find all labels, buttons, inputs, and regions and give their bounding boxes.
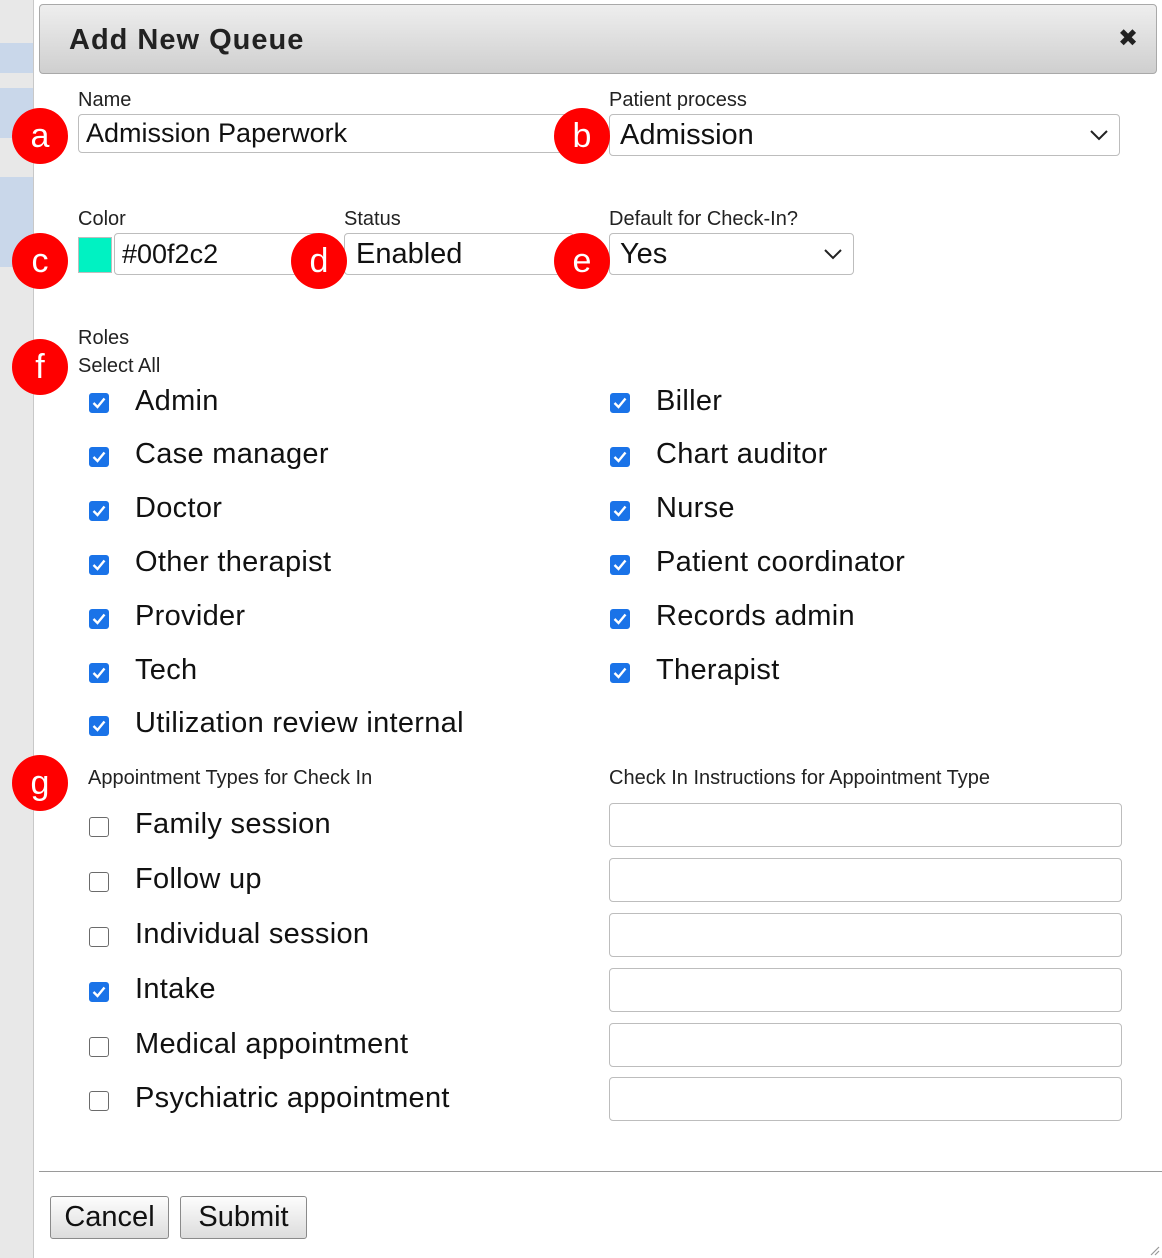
checkmark-icon	[92, 986, 106, 998]
footer-divider	[39, 1171, 1162, 1172]
appointment-types-header: Appointment Types for Check In	[88, 767, 373, 789]
status-field[interactable]: Enabled	[344, 233, 574, 275]
instructions-input-intake[interactable]	[609, 968, 1122, 1012]
checkmark-icon	[92, 397, 106, 409]
submit-button[interactable]: Submit	[180, 1196, 307, 1239]
role-checkbox-chart-auditor[interactable]	[610, 447, 630, 467]
appointment-label-family-session: Family session	[135, 808, 331, 840]
checkmark-icon	[613, 505, 627, 517]
role-label-biller: Biller	[656, 385, 723, 417]
roles-label: Roles	[78, 327, 130, 349]
role-label-provider: Provider	[135, 600, 246, 632]
appointment-label-intake: Intake	[135, 973, 216, 1005]
checkmark-icon	[613, 397, 627, 409]
role-checkbox-tech[interactable]	[89, 663, 109, 683]
instructions-input-medical-appointment[interactable]	[609, 1023, 1122, 1067]
role-label-nurse: Nurse	[656, 492, 735, 524]
annotation-marker-e: e	[554, 233, 610, 289]
select-all-link[interactable]: Select All	[78, 355, 160, 378]
appointment-label-medical-appointment: Medical appointment	[135, 1028, 409, 1060]
annotation-marker-d: d	[291, 233, 347, 289]
appointment-label-follow-up: Follow up	[135, 863, 262, 895]
status-label: Status	[344, 208, 401, 230]
role-label-records-admin: Records admin	[656, 600, 855, 632]
checkmark-icon	[92, 613, 106, 625]
role-checkbox-utilization-review-internal[interactable]	[89, 716, 109, 736]
patient-process-label: Patient process	[609, 89, 747, 111]
annotation-marker-g: g	[12, 755, 68, 811]
appointment-label-individual-session: Individual session	[135, 918, 370, 950]
patient-process-value: Admission	[620, 118, 754, 151]
role-checkbox-provider[interactable]	[89, 609, 109, 629]
role-label-chart-auditor: Chart auditor	[656, 438, 828, 470]
role-checkbox-admin[interactable]	[89, 393, 109, 413]
checkmark-icon	[92, 559, 106, 571]
name-input[interactable]: Admission Paperwork	[78, 114, 568, 153]
dialog-titlebar: Add New Queue ✖	[39, 4, 1157, 74]
role-label-patient-coordinator: Patient coordinator	[656, 546, 906, 578]
color-swatch[interactable]	[78, 237, 112, 273]
annotation-marker-f: f	[12, 339, 68, 395]
instructions-input-psychiatric-appointment[interactable]	[609, 1077, 1122, 1121]
annotation-marker-a: a	[12, 108, 68, 164]
role-label-therapist: Therapist	[656, 654, 780, 686]
appointment-label-psychiatric-appointment: Psychiatric appointment	[135, 1082, 450, 1114]
role-checkbox-nurse[interactable]	[610, 501, 630, 521]
role-label-tech: Tech	[135, 654, 198, 686]
appointment-checkbox-follow-up[interactable]	[89, 872, 109, 892]
role-checkbox-other-therapist[interactable]	[89, 555, 109, 575]
appointment-checkbox-family-session[interactable]	[89, 817, 109, 837]
checkmark-icon	[613, 613, 627, 625]
role-label-doctor: Doctor	[135, 492, 223, 524]
chevron-down-icon	[1090, 130, 1108, 141]
checkin-instructions-header: Check In Instructions for Appointment Ty…	[609, 767, 990, 789]
instructions-input-family-session[interactable]	[609, 803, 1122, 847]
checkmark-icon	[92, 720, 106, 732]
default-checkin-label: Default for Check-In?	[609, 208, 798, 230]
add-queue-dialog: Add New Queue ✖ Name Admission Paperwork…	[34, 0, 1162, 1258]
resize-grip-icon[interactable]	[1148, 1244, 1160, 1256]
checkmark-icon	[92, 667, 106, 679]
instructions-input-follow-up[interactable]	[609, 858, 1122, 902]
color-hex-input[interactable]: #00f2c2	[114, 233, 319, 275]
default-checkin-value: Yes	[620, 237, 668, 270]
background-block	[0, 43, 33, 73]
name-label: Name	[78, 89, 132, 111]
role-checkbox-patient-coordinator[interactable]	[610, 555, 630, 575]
role-label-admin: Admin	[135, 385, 219, 417]
checkmark-icon	[613, 667, 627, 679]
checkmark-icon	[92, 451, 106, 463]
cancel-button[interactable]: Cancel	[50, 1196, 169, 1239]
background-page-strip	[0, 0, 34, 1258]
checkmark-icon	[613, 559, 627, 571]
appointment-checkbox-individual-session[interactable]	[89, 927, 109, 947]
patient-process-select[interactable]: Admission	[609, 114, 1120, 156]
instructions-input-individual-session[interactable]	[609, 913, 1122, 957]
annotation-marker-b: b	[554, 108, 610, 164]
default-checkin-select[interactable]: Yes	[609, 233, 854, 275]
chevron-down-icon	[824, 249, 842, 260]
role-checkbox-biller[interactable]	[610, 393, 630, 413]
role-checkbox-records-admin[interactable]	[610, 609, 630, 629]
role-checkbox-therapist[interactable]	[610, 663, 630, 683]
checkmark-icon	[92, 505, 106, 517]
role-label-utilization-review-internal: Utilization review internal	[135, 707, 464, 739]
checkmark-icon	[613, 451, 627, 463]
appointment-checkbox-medical-appointment[interactable]	[89, 1037, 109, 1057]
role-label-case-manager: Case manager	[135, 438, 329, 470]
role-label-other-therapist: Other therapist	[135, 546, 332, 578]
annotation-marker-c: c	[12, 233, 68, 289]
role-checkbox-doctor[interactable]	[89, 501, 109, 521]
appointment-checkbox-intake[interactable]	[89, 982, 109, 1002]
appointment-checkbox-psychiatric-appointment[interactable]	[89, 1091, 109, 1111]
dialog-title: Add New Queue	[69, 24, 305, 56]
role-checkbox-case-manager[interactable]	[89, 447, 109, 467]
color-label: Color	[78, 208, 126, 230]
close-icon[interactable]: ✖	[1116, 27, 1140, 51]
